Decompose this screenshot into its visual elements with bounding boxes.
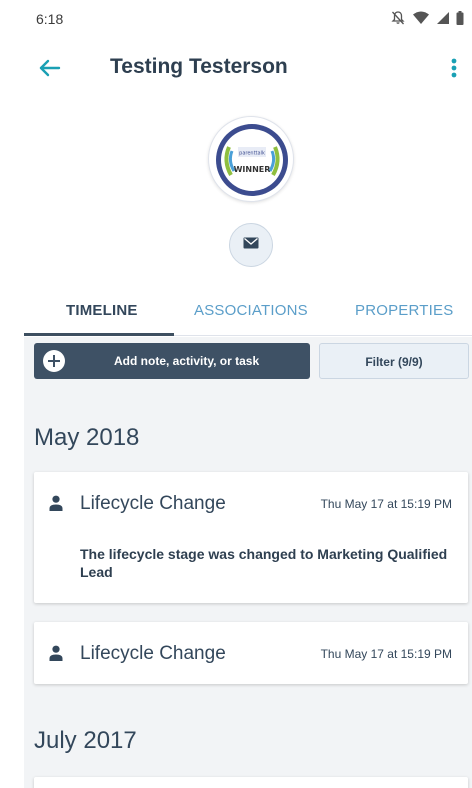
tab-timeline[interactable]: TIMELINE xyxy=(66,302,138,319)
card-title: Lifecycle Change xyxy=(80,643,226,664)
filter-button-label: Filter (9/9) xyxy=(365,355,423,369)
notifications-off-icon xyxy=(390,10,406,26)
card-body: The lifecycle stage was changed to Marke… xyxy=(80,546,448,580)
winner-badge-logo: parenttalk WINNER xyxy=(216,124,288,196)
arrow-left-icon[interactable] xyxy=(36,54,64,82)
timeline-card[interactable]: Lifecycle Change Thu May 17 at 15:19 PM … xyxy=(34,472,468,603)
more-vertical-icon[interactable] xyxy=(446,54,462,82)
month-heading: May 2018 xyxy=(34,424,140,451)
active-tab-indicator xyxy=(24,333,174,336)
tab-bar: TIMELINE ASSOCIATIONS PROPERTIES xyxy=(24,296,472,336)
avatar[interactable]: parenttalk WINNER xyxy=(208,116,294,202)
timeline-content: Add note, activity, or task Filter (9/9)… xyxy=(24,337,472,788)
tab-associations[interactable]: ASSOCIATIONS xyxy=(194,302,308,319)
svg-text:WINNER: WINNER xyxy=(234,165,271,174)
envelope-icon xyxy=(243,236,259,254)
status-bar: 6:18 xyxy=(24,0,472,40)
page-title: Testing Testerson xyxy=(110,55,288,78)
add-button-label: Add note, activity, or task xyxy=(114,354,260,368)
contact-screen: 6:18 Testing Testerson parenttalk WINNER… xyxy=(24,0,472,788)
svg-text:parenttalk: parenttalk xyxy=(239,151,265,157)
wifi-icon xyxy=(412,11,430,25)
filter-button[interactable]: Filter (9/9) xyxy=(319,343,469,379)
month-heading: July 2017 xyxy=(34,727,137,754)
card-date: Thu May 17 at 15:19 PM xyxy=(320,497,452,511)
timeline-card[interactable]: Lifecycle Change Thu May 17 at 15:19 PM xyxy=(34,622,468,684)
person-icon xyxy=(49,495,63,511)
battery-icon xyxy=(456,11,464,25)
card-title: Lifecycle Change xyxy=(80,493,226,514)
signal-icon xyxy=(436,11,450,25)
plus-circle-icon xyxy=(43,350,65,372)
timeline-card-partial[interactable] xyxy=(34,777,468,788)
person-icon xyxy=(49,645,63,661)
add-note-activity-task-button[interactable]: Add note, activity, or task xyxy=(34,343,310,379)
tab-properties[interactable]: PROPERTIES xyxy=(355,302,453,319)
status-icons xyxy=(390,10,464,26)
email-button[interactable] xyxy=(229,223,273,267)
status-time: 6:18 xyxy=(36,11,64,27)
card-date: Thu May 17 at 15:19 PM xyxy=(320,647,452,661)
app-bar: Testing Testerson xyxy=(24,40,472,96)
